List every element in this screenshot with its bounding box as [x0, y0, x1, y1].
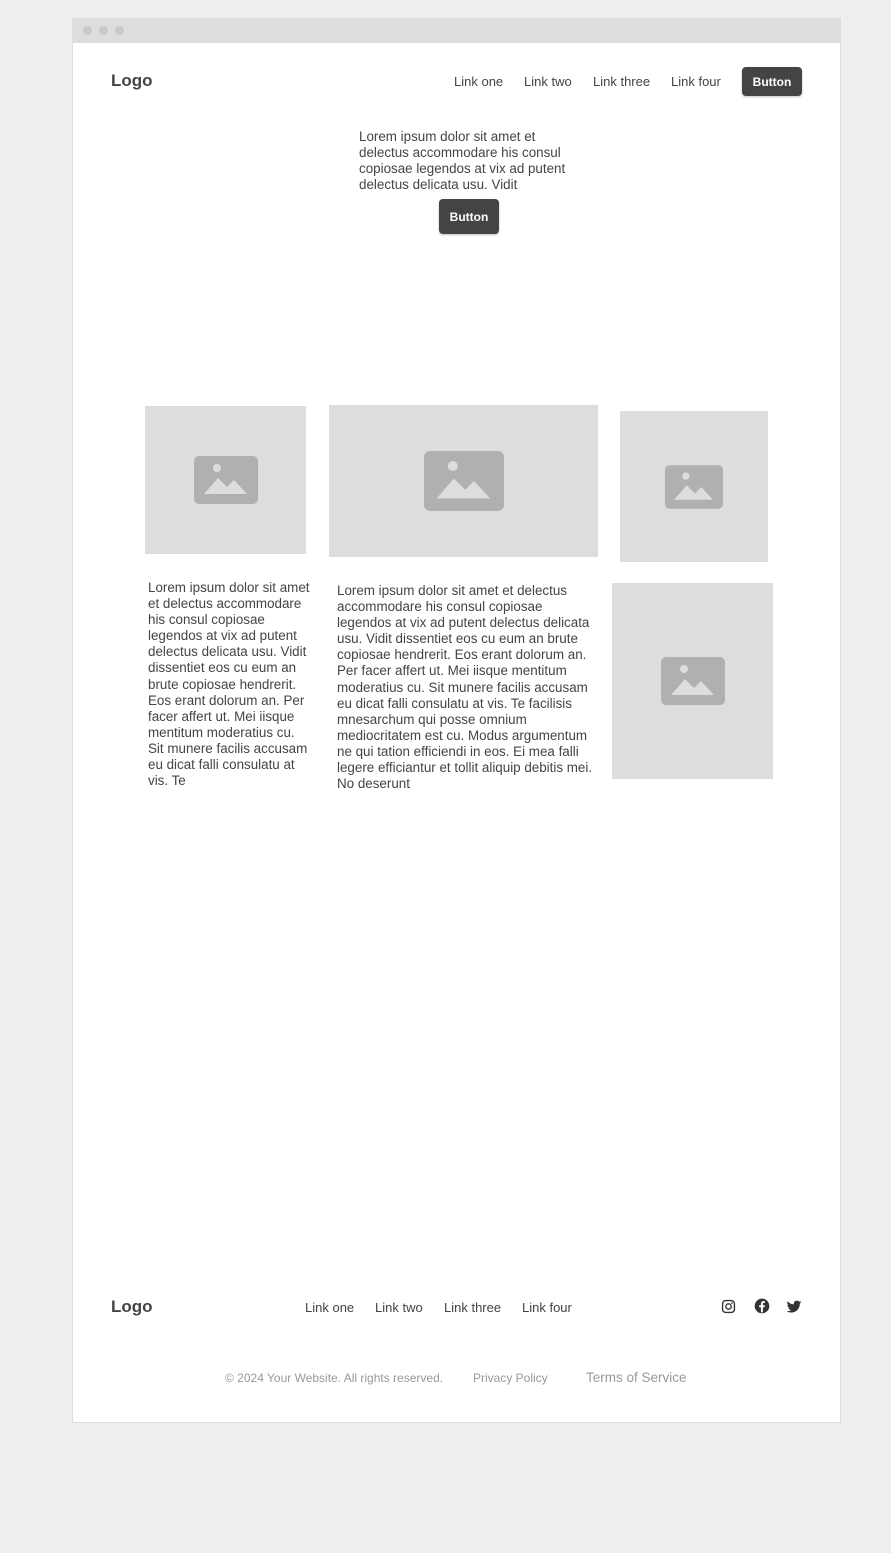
image-placeholder-right-top	[620, 411, 768, 562]
image-placeholder-middle	[329, 405, 598, 557]
nav-link-four[interactable]: Link four	[671, 74, 721, 89]
window-dot-minimize[interactable]	[99, 26, 108, 35]
terms-of-service-link[interactable]: Terms of Service	[586, 1370, 687, 1385]
footer-copyright: © 2024 Your Website. All rights reserved…	[225, 1371, 444, 1385]
browser-window: Logo Link one Link two Link three Link f…	[72, 18, 841, 1423]
image-icon	[193, 456, 258, 504]
window-dot-maximize[interactable]	[115, 26, 124, 35]
image-icon	[665, 464, 723, 509]
window-titlebar	[73, 19, 840, 43]
footer-link-one[interactable]: Link one	[305, 1300, 354, 1315]
content-text-middle: Lorem ipsum dolor sit amet et delectus a…	[337, 583, 593, 792]
footer-logo[interactable]: Logo	[111, 1297, 153, 1317]
footer-link-three[interactable]: Link three	[444, 1300, 501, 1315]
twitter-icon[interactable]	[786, 1299, 802, 1315]
footer-link-two[interactable]: Link two	[375, 1300, 423, 1315]
hero-text: Lorem ipsum dolor sit amet et delectus a…	[359, 129, 566, 193]
instagram-icon[interactable]	[721, 1299, 736, 1314]
hero-button[interactable]: Button	[439, 199, 499, 234]
header-button[interactable]: Button	[742, 67, 802, 96]
image-icon	[423, 451, 504, 511]
facebook-icon[interactable]	[754, 1298, 770, 1314]
image-icon	[660, 657, 725, 705]
privacy-policy-link[interactable]: Privacy Policy	[473, 1371, 548, 1385]
window-dot-close[interactable]	[83, 26, 92, 35]
nav-link-one[interactable]: Link one	[454, 74, 503, 89]
content-text-left: Lorem ipsum dolor sit amet et delectus a…	[148, 580, 310, 789]
image-placeholder-left	[145, 406, 306, 554]
nav-link-three[interactable]: Link three	[593, 74, 650, 89]
footer-link-four[interactable]: Link four	[522, 1300, 572, 1315]
nav-link-two[interactable]: Link two	[524, 74, 572, 89]
image-placeholder-right-bottom	[612, 583, 773, 779]
header-logo[interactable]: Logo	[111, 71, 153, 91]
